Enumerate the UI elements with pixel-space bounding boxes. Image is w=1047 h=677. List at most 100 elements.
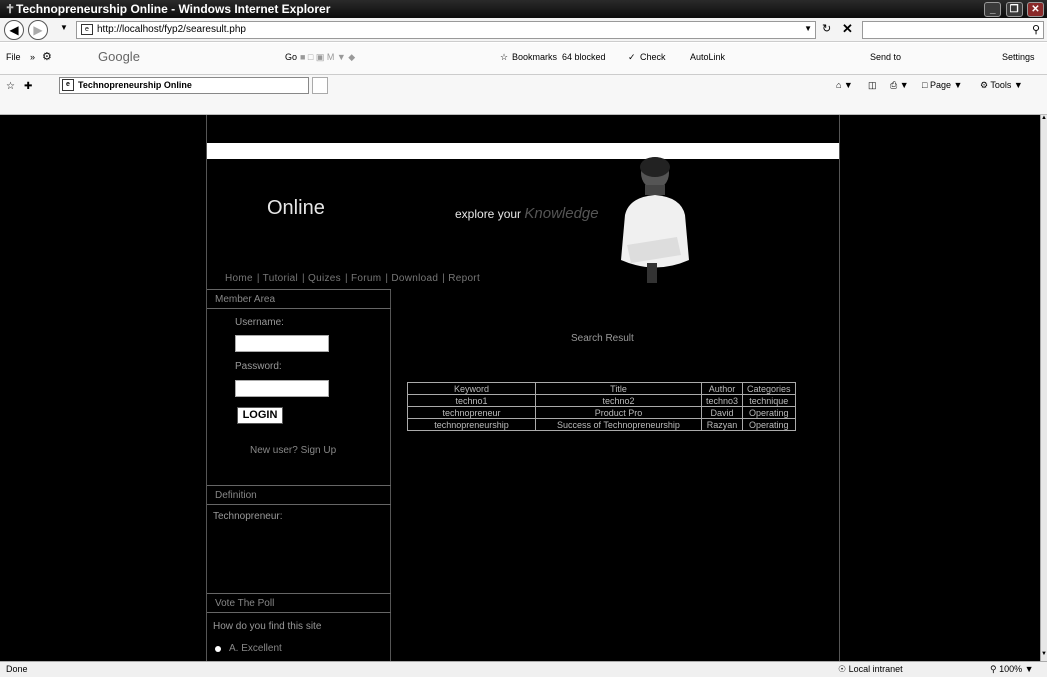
table-cell[interactable]: techno2 [535,394,702,407]
column-header-categories: Categories [742,382,796,395]
toolbar-options-icon[interactable]: ⚙ [42,50,52,63]
favorites-star-icon[interactable]: ☆ [6,81,15,92]
person-photo [621,157,689,283]
new-tab-button[interactable] [312,77,328,94]
table-cell[interactable]: techno1 [407,394,536,407]
table-row: techno1 techno2 techno3 technique [407,394,796,407]
file-menu[interactable]: File [6,52,21,62]
tab-active[interactable]: e Technopreneurship Online [59,77,309,94]
scroll-down-icon[interactable]: ▼ [1041,651,1047,661]
check-button[interactable]: Check [640,52,666,62]
definition-header: Definition [207,485,391,505]
window-controls: _ ❐ ✕ [983,1,1044,17]
refresh-icon[interactable]: ↻ [822,22,831,35]
go-button[interactable]: Go [285,52,297,62]
login-button[interactable]: LOGIN [237,407,283,424]
url-text: http://localhost/fyp2/searesult.php [97,24,246,35]
ie-logo-icon: ✝ [5,2,16,16]
definition-term: Technopreneur: [213,511,283,522]
username-field[interactable] [235,335,329,352]
scroll-up-icon[interactable]: ▲ [1041,115,1047,125]
security-zone: ☉ Local intranet [838,664,903,674]
tab-bar: ☆ ✚ e Technopreneurship Online ⌂ ▼ ◫ ⎙ ▼… [0,75,1047,115]
sidebar: Member Area Username: Password: LOGIN Ne… [207,289,391,661]
table-cell: technique [742,394,796,407]
column-header-title: Title [535,382,702,395]
settings-button[interactable]: Settings [1002,52,1035,62]
star-icon[interactable]: ☆ [500,52,508,63]
table-cell[interactable]: Product Pro [535,406,702,419]
search-result-table: Keyword Title Author Categories techno1 … [407,382,796,431]
zoom-label: 100% [999,664,1023,674]
home-icon[interactable]: ⌂ ▼ [836,80,853,90]
slogan-prefix: explore your [455,207,522,221]
header-stripe [207,143,839,159]
nav-item-home[interactable]: Home [225,273,253,284]
close-icon[interactable]: ✕ [1027,2,1044,17]
print-icon[interactable]: ⎙ ▼ [890,80,909,91]
table-cell: Operating [742,406,796,419]
back-button[interactable]: ◀ [4,20,24,40]
zoom-level[interactable]: ⚲ 100% ▼ [990,664,1034,675]
tools-menu[interactable]: ⚙ Tools ▼ [980,80,1023,91]
forward-button[interactable]: ▶ [28,20,48,40]
table-header-row: Keyword Title Author Categories [407,382,796,395]
poll-option-a-radio[interactable] [215,646,221,652]
address-bar: ◀ ▶ ▼ e http://localhost/fyp2/searesult.… [0,18,1047,42]
bookmarks-button[interactable]: Bookmarks [512,52,557,62]
table-cell[interactable]: technopreneur [407,406,536,419]
search-input[interactable]: ⚲ [862,21,1044,39]
table-row: technopreneur Product Pro David Operatin… [407,406,796,419]
username-label: Username: [235,317,284,328]
page-icon: e [81,24,93,35]
slogan-emphasis: Knowledge [524,205,599,222]
restore-icon[interactable]: ❐ [1005,2,1023,17]
blocked-button[interactable]: 64 blocked [562,52,606,62]
table-row: technopreneurship Success of Technoprene… [407,418,796,431]
search-result-title: Search Result [571,333,634,344]
table-cell[interactable]: technopreneurship [407,418,536,431]
main-nav: Home | Tutorial | Quizes | Forum | Download |… [225,273,481,284]
history-dropdown-icon[interactable]: ▼ [60,23,68,32]
page-menu[interactable]: □ Page ▼ [922,80,962,90]
tools-menu-label: Tools [990,80,1012,90]
nav-item-report[interactable]: Report [448,273,480,284]
browser-window: ✝ Technopreneurship Online - Windows Int… [0,0,1047,677]
search-icon[interactable]: ⚲ [1032,23,1040,36]
poll-header: Vote The Poll [207,593,391,613]
nav-item-download[interactable]: Download [391,273,438,284]
page-menu-label: Page [929,80,951,90]
poll-question: How do you find this site [213,621,322,632]
site-container: Online explore your Knowledge Home | Tuto… [206,115,840,661]
minimize-icon[interactable]: _ [984,2,1002,17]
column-header-keyword: Keyword [407,382,536,395]
table-cell: David [700,406,744,419]
nav-item-tutorial[interactable]: Tutorial [263,273,298,284]
poll-option-a-label: A. Excellent [229,643,282,654]
tab-page-icon: e [62,79,74,91]
add-favorite-icon[interactable]: ✚ [24,81,32,92]
table-cell: techno3 [700,394,744,407]
nav-item-quizes[interactable]: Quizes [308,273,341,284]
url-field[interactable]: e http://localhost/fyp2/searesult.php ▼ [76,21,816,39]
signup-link[interactable]: New user? Sign Up [250,445,336,456]
window-title: Technopreneurship Online - Windows Inter… [16,2,331,16]
web-page: Online explore your Knowledge Home | Tuto… [0,115,1040,661]
chevron-icon[interactable]: » [30,52,35,62]
column-header-author: Author [700,382,744,395]
nav-item-forum[interactable]: Forum [351,273,381,284]
password-field[interactable] [235,380,329,397]
site-slogan: explore your Knowledge [455,205,599,222]
autolink-button[interactable]: AutoLink [690,52,725,62]
spellcheck-icon[interactable]: ✓ [628,52,636,63]
vertical-scrollbar[interactable]: ▲ ▼ [1040,115,1047,661]
table-cell: Razyan [700,418,744,431]
zone-label: Local intranet [848,664,903,674]
feeds-icon[interactable]: ◫ [868,80,877,91]
url-dropdown-icon[interactable]: ▼ [804,24,812,33]
table-cell[interactable]: Success of Technopreneurship [535,418,702,431]
send-to-button[interactable]: Send to [870,52,901,62]
table-cell: Operating [742,418,796,431]
stop-icon[interactable]: ✕ [842,21,853,37]
toolbar-icons[interactable]: ■ □ ▣ M ▼ ◆ [300,52,355,63]
